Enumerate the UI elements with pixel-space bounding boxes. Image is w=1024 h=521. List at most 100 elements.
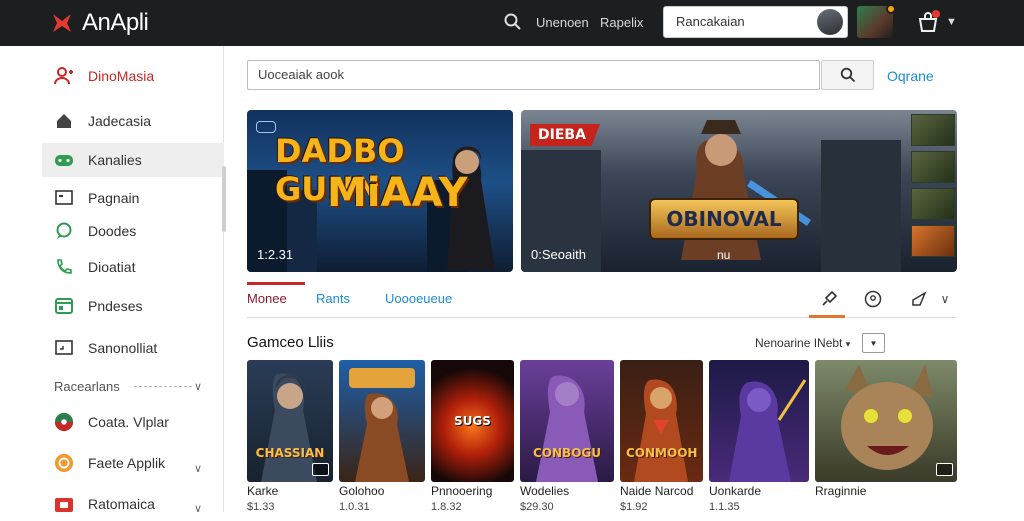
user-avatar[interactable] <box>857 4 896 38</box>
globe-icon <box>54 412 74 432</box>
sidebar: DinoMasia Jadecasia Kanalies Pagnain Doo… <box>0 46 226 515</box>
add-user-icon <box>54 66 74 86</box>
game-card-2[interactable] <box>339 360 425 482</box>
game-card-6[interactable] <box>709 360 809 482</box>
card-name[interactable]: Rraginnie <box>815 484 866 498</box>
search-options-link[interactable]: Oqrane <box>887 68 934 84</box>
chevron-down-icon[interactable]: ∨ <box>933 287 957 311</box>
sidebar-item-label: Faete Applik <box>88 455 166 471</box>
search-icon[interactable] <box>503 12 523 32</box>
top-link-2[interactable]: Rapelix <box>600 15 643 30</box>
game-card-5[interactable]: CONMOOH <box>620 360 703 482</box>
banner-thumbnail[interactable] <box>911 188 955 220</box>
card-name[interactable]: Wodelies <box>520 484 569 498</box>
sidebar-item-label: Pndeses <box>88 298 143 314</box>
input-avatar <box>817 9 843 35</box>
sidebar-item-kanalies[interactable]: Kanalies <box>42 143 224 177</box>
active-tab-indicator <box>247 282 305 285</box>
sidebar-item-label: Dioatiat <box>88 259 136 275</box>
card-art-title: CONBOGU <box>533 446 601 460</box>
chevron-down-icon: ▾ <box>845 339 851 349</box>
card-platform-badge <box>936 463 953 476</box>
banner-thumbnail[interactable] <box>911 225 955 257</box>
live-badge <box>256 121 276 133</box>
tool-indicator <box>809 315 845 318</box>
top-search-input[interactable]: Rancakaian <box>663 6 848 38</box>
card-art <box>729 379 807 482</box>
banner-thumbnails <box>911 114 957 262</box>
main-search-input[interactable]: Uoceaiak aook <box>247 60 820 90</box>
sidebar-item-dinomasia[interactable]: DinoMasia <box>42 59 224 93</box>
top-link-1[interactable]: Unenoen <box>536 15 589 30</box>
game-card-7[interactable] <box>815 360 957 482</box>
banner-thumbnail[interactable] <box>911 151 955 183</box>
tab-rants[interactable]: Rants <box>316 291 350 306</box>
game-card-3[interactable]: SUGS <box>431 360 514 482</box>
chevron-down-icon[interactable]: ▼ <box>946 16 957 28</box>
monitor-icon <box>54 338 74 358</box>
card-price: 1.1.35 <box>709 501 740 513</box>
sidebar-scrollbar[interactable] <box>222 166 226 232</box>
sidebar-item-sanonolliat[interactable]: Sanonolliat <box>42 331 224 365</box>
card-name[interactable]: Pnnooering <box>431 484 492 498</box>
card-price: 1.0.31 <box>339 501 370 513</box>
sidebar-item-dioatiat[interactable]: Dioatiat <box>42 250 224 284</box>
main-search-placeholder: Uoceaiak aook <box>258 67 344 82</box>
gamepad-icon <box>54 150 74 170</box>
tab-monee[interactable]: Monee <box>247 291 287 306</box>
sidebar-subitem-faete[interactable]: Faete Applik <box>42 446 224 480</box>
promo-tag: DIEBA <box>530 124 600 146</box>
phone-icon <box>54 257 74 277</box>
card-art <box>634 379 688 482</box>
card-price: $29.30 <box>520 501 554 513</box>
sidebar-item-label: Doodes <box>88 223 137 239</box>
sidebar-item-pndeses[interactable]: Pndeses <box>42 289 224 323</box>
sidebar-item-pagnain[interactable]: Pagnain <box>42 181 224 215</box>
home-icon <box>54 111 74 131</box>
sort-dropdown[interactable]: Nenoarine INebt ▾ <box>755 336 850 350</box>
featured-banner-1[interactable]: DADBO GUNN MiAAY 1:2.31 <box>247 110 513 272</box>
search-icon <box>840 67 855 83</box>
logo-icon <box>53 14 71 32</box>
sidebar-item-label: DinoMasia <box>88 68 155 84</box>
main-search-button[interactable] <box>821 60 874 90</box>
pin-icon[interactable] <box>817 287 841 311</box>
game-card-4[interactable]: CONBOGU <box>520 360 614 482</box>
tab-uoooeueue[interactable]: Uoooeueue <box>385 291 452 306</box>
card-name[interactable]: Naide Narcod <box>620 484 693 498</box>
banner-thumbnail[interactable] <box>911 114 955 146</box>
featured-banner-2[interactable]: DIEBA OBINOVAL 0:Seoaith nu <box>521 110 957 272</box>
chevron-down-icon[interactable]: ∨ <box>194 502 202 515</box>
chat-icon <box>54 221 74 241</box>
app-name: AnApli <box>82 9 149 36</box>
sidebar-item-label: Pagnain <box>88 190 140 206</box>
sidebar-item-jadecasia[interactable]: Jadecasia <box>42 104 224 138</box>
card-name[interactable]: Uonkarde <box>709 484 761 498</box>
card-art <box>349 368 415 482</box>
card-price: $1.33 <box>247 501 275 513</box>
card-art <box>536 375 598 482</box>
sort-label: Nenoarine INebt <box>755 336 843 350</box>
chevron-down-icon[interactable]: ∨ <box>194 380 202 393</box>
content-tabs: Monee Rants Uoooeueue ∨ <box>247 282 957 318</box>
sidebar-item-label: Ratomaica <box>88 496 155 512</box>
app-logo[interactable]: AnApli <box>50 8 149 38</box>
card-name[interactable]: Karke <box>247 484 278 498</box>
card-name[interactable]: Golohoo <box>339 484 384 498</box>
sidebar-item-doodes[interactable]: Doodes <box>42 214 224 248</box>
banner-title-line2: MiAAY <box>327 170 468 216</box>
sidebar-section-label: Racearlans <box>54 379 120 394</box>
section-divider <box>134 386 192 387</box>
sidebar-item-label: Sanonolliat <box>88 340 158 356</box>
sidebar-subitem-coata[interactable]: Coata. Vlplar <box>42 405 224 439</box>
smiley-icon[interactable] <box>861 287 885 311</box>
sort-order-button[interactable]: ▼ <box>862 333 885 353</box>
share-icon[interactable] <box>907 287 931 311</box>
sidebar-item-label: Coata. Vlplar <box>88 414 169 430</box>
card-art-title: CHASSIAN <box>255 446 325 460</box>
card-art-title: CONMOOH <box>626 446 698 460</box>
window-icon <box>54 188 74 208</box>
card-art-title: SUGS <box>454 414 491 428</box>
game-card-1[interactable]: CHASSIAN <box>247 360 333 482</box>
notification-dot <box>886 4 896 14</box>
